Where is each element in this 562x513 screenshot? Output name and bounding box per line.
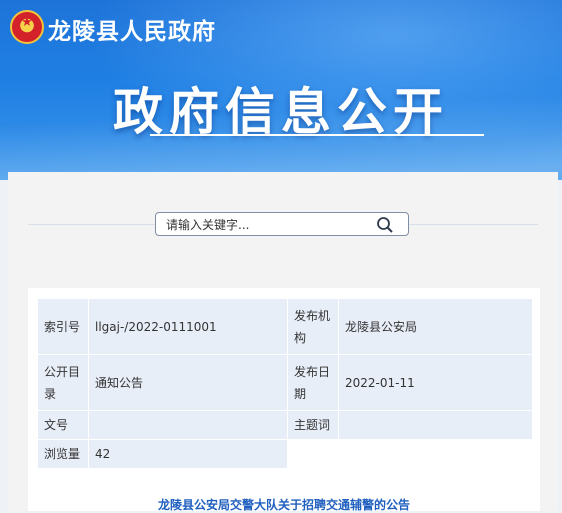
docno-value <box>88 410 288 440</box>
date-value: 2022-01-11 <box>338 354 533 411</box>
site-title[interactable]: 龙陵县人民政府 <box>48 12 216 46</box>
publisher-label: 发布机构 <box>287 298 339 355</box>
table-row: 浏览量 42 <box>37 439 533 469</box>
search-input[interactable] <box>164 215 368 235</box>
subject-label: 主题词 <box>287 410 339 440</box>
catalog-value[interactable]: 通知公告 <box>88 354 288 411</box>
catalog-label: 公开目录 <box>37 354 89 411</box>
views-value: 42 <box>88 439 288 469</box>
docno-label: 文号 <box>37 410 89 440</box>
banner-underline <box>150 134 484 136</box>
index-label: 索引号 <box>37 298 89 355</box>
national-emblem-icon: ★ <box>10 10 44 44</box>
header-banner: ★ 龙陵县人民政府 政府信息公开 <box>0 0 562 180</box>
subject-value <box>338 410 533 440</box>
table-row: 索引号 llgaj-/2022-0111001 发布机构 龙陵县公安局 <box>37 298 533 355</box>
index-value: llgaj-/2022-0111001 <box>88 298 288 355</box>
views-label: 浏览量 <box>37 439 89 469</box>
empty-cell <box>287 439 533 469</box>
table-row: 文号 主题词 <box>37 410 533 440</box>
publisher-value: 龙陵县公安局 <box>338 298 533 355</box>
article-title[interactable]: 龙陵县公安局交警大队关于招聘交通辅警的公告 <box>28 496 540 513</box>
table-row: 公开目录 通知公告 发布日期 2022-01-11 <box>37 354 533 411</box>
search-icon[interactable] <box>376 216 394 234</box>
metadata-table: 索引号 llgaj-/2022-0111001 发布机构 龙陵县公安局 公开目录… <box>37 298 533 469</box>
date-label: 发布日期 <box>287 354 339 411</box>
content-panel: 索引号 llgaj-/2022-0111001 发布机构 龙陵县公安局 公开目录… <box>8 172 558 513</box>
info-card: 索引号 llgaj-/2022-0111001 发布机构 龙陵县公安局 公开目录… <box>28 288 540 513</box>
search-box <box>155 212 409 236</box>
